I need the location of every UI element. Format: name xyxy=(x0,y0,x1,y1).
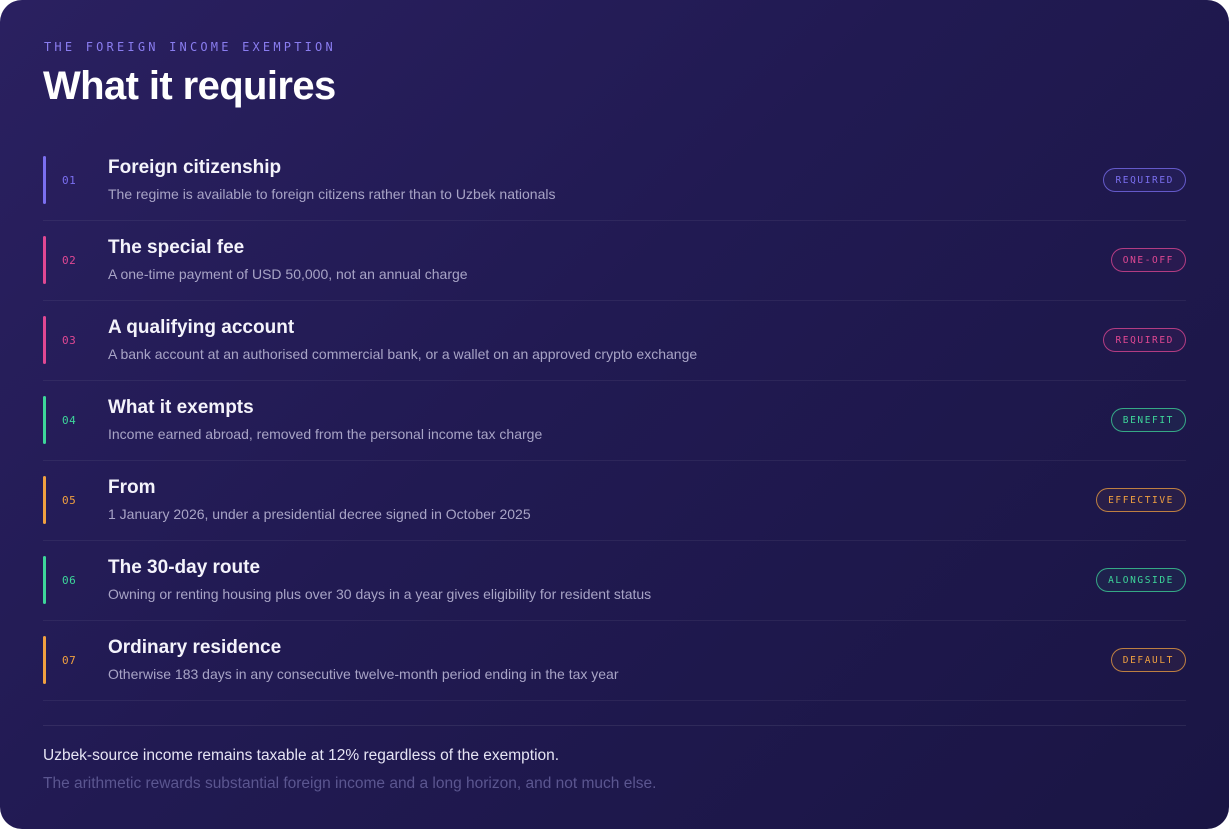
status-badge: BENEFIT xyxy=(1110,408,1186,432)
status-badge: REQUIRED xyxy=(1103,168,1186,192)
row-number: 06 xyxy=(62,574,77,587)
row-description: A bank account at an authorised commerci… xyxy=(108,346,698,362)
requirement-row: 04 What it exempts Income earned abroad,… xyxy=(43,381,1186,461)
accent-bar xyxy=(43,316,46,364)
row-title: The 30-day route xyxy=(108,557,261,578)
status-badge: DEFAULT xyxy=(1110,648,1186,672)
requirement-row: 06 The 30-day route Owning or renting ho… xyxy=(43,541,1186,621)
requirement-row: 01 Foreign citizenship The regime is ava… xyxy=(43,141,1186,221)
row-number: 05 xyxy=(62,494,77,507)
footer-divider xyxy=(43,725,1186,726)
row-number: 03 xyxy=(62,334,77,347)
accent-bar xyxy=(43,636,46,684)
accent-bar xyxy=(43,396,46,444)
requirement-row: 03 A qualifying account A bank account a… xyxy=(43,301,1186,381)
row-title: The special fee xyxy=(108,237,245,258)
row-number: 07 xyxy=(62,654,77,667)
accent-bar xyxy=(43,476,46,524)
status-badge: ALONGSIDE xyxy=(1096,568,1186,592)
status-badge: EFFECTIVE xyxy=(1096,488,1186,512)
accent-bar xyxy=(43,156,46,204)
requirements-list: 01 Foreign citizenship The regime is ava… xyxy=(43,141,1186,701)
footnote-secondary: The arithmetic rewards substantial forei… xyxy=(43,775,657,792)
row-title: A qualifying account xyxy=(108,317,295,338)
requirement-row: 02 The special fee A one-time payment of… xyxy=(43,221,1186,301)
row-description: Owning or renting housing plus over 30 d… xyxy=(108,586,652,602)
row-number: 02 xyxy=(62,254,77,267)
exemption-card: THE FOREIGN INCOME EXEMPTION What it req… xyxy=(0,0,1229,829)
row-title: Foreign citizenship xyxy=(108,157,282,178)
row-description: Otherwise 183 days in any consecutive tw… xyxy=(108,666,619,682)
row-description: A one-time payment of USD 50,000, not an… xyxy=(108,266,468,282)
requirement-row: 07 Ordinary residence Otherwise 183 days… xyxy=(43,621,1186,701)
row-number: 01 xyxy=(62,174,77,187)
row-description: Income earned abroad, removed from the p… xyxy=(108,426,543,442)
row-title: From xyxy=(108,477,156,498)
row-title: Ordinary residence xyxy=(108,637,282,658)
accent-bar xyxy=(43,236,46,284)
footnote: Uzbek-source income remains taxable at 1… xyxy=(43,747,560,764)
status-badge: REQUIRED xyxy=(1103,328,1186,352)
row-title: What it exempts xyxy=(108,397,254,418)
row-description: The regime is available to foreign citiz… xyxy=(108,186,556,202)
status-badge: ONE-OFF xyxy=(1110,248,1186,272)
page-title: What it requires xyxy=(43,64,336,108)
row-description: 1 January 2026, under a presidential dec… xyxy=(108,506,531,522)
row-number: 04 xyxy=(62,414,77,427)
accent-bar xyxy=(43,556,46,604)
requirement-row: 05 From 1 January 2026, under a presiden… xyxy=(43,461,1186,541)
section-eyebrow: THE FOREIGN INCOME EXEMPTION xyxy=(44,40,336,54)
